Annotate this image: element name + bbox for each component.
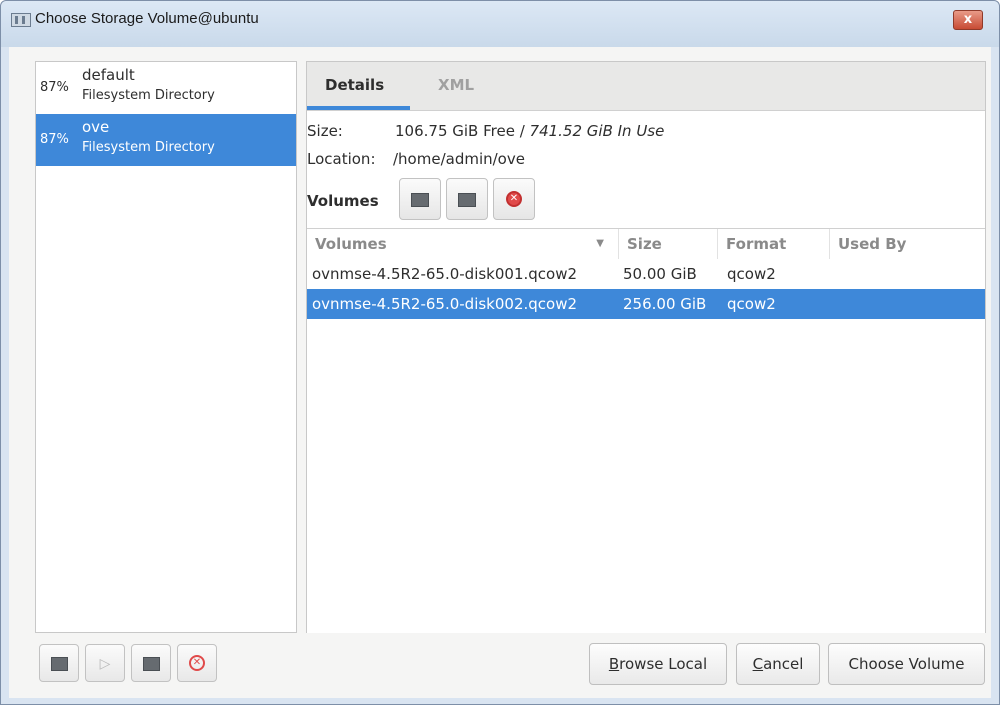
tab-xml[interactable]: XML: [438, 76, 474, 94]
volumes-label: Volumes: [307, 192, 379, 210]
browse-local-button[interactable]: Browse Local: [589, 643, 727, 685]
location-value: /home/admin/ove: [393, 150, 525, 168]
column-header-volumes[interactable]: Volumes ▼: [307, 229, 619, 259]
table-row[interactable]: ovnmse-4.5R2-65.0-disk001.qcow2 50.00 Gi…: [307, 259, 985, 289]
volume-name: ovnmse-4.5R2-65.0-disk002.qcow2: [312, 295, 578, 313]
pool-item-ove[interactable]: 87% ove Filesystem Directory: [36, 114, 296, 166]
column-header-size[interactable]: Size: [619, 229, 718, 259]
tab-details[interactable]: Details: [325, 76, 384, 94]
size-value: 106.75 GiB Free / 741.52 GiB In Use: [395, 122, 664, 140]
dialog-body: 87% default Filesystem Directory 87% ove…: [9, 47, 991, 698]
button-label: rowse Local: [619, 655, 708, 673]
pool-type: Filesystem Directory: [82, 88, 215, 103]
column-header-used-by[interactable]: Used By: [830, 229, 985, 259]
pool-usage-percent: 87%: [40, 80, 69, 95]
pool-name: ove: [82, 118, 110, 136]
delete-icon: ✕: [189, 655, 205, 671]
pool-name: default: [82, 66, 135, 84]
cancel-button[interactable]: Cancel: [736, 643, 820, 685]
virt-manager-icon: [11, 13, 31, 27]
button-label: ancel: [763, 655, 804, 673]
pool-details-panel: Details XML Size: 106.75 GiB Free / 741.…: [306, 61, 986, 633]
volume-size: 256.00 GiB: [623, 295, 707, 313]
volume-format: qcow2: [727, 295, 776, 313]
mnemonic: B: [608, 655, 620, 673]
location-label: Location:: [307, 150, 376, 168]
sort-descending-icon: ▼: [596, 238, 604, 249]
storage-pool-list[interactable]: 87% default Filesystem Directory 87% ove…: [35, 61, 297, 633]
volume-name: ovnmse-4.5R2-65.0-disk001.qcow2: [312, 265, 578, 283]
details-tabbar: Details XML: [307, 62, 985, 111]
active-tab-indicator: [307, 106, 410, 110]
volume-size: 50.00 GiB: [623, 265, 697, 283]
pool-item-default[interactable]: 87% default Filesystem Directory: [36, 62, 296, 114]
volume-format: qcow2: [727, 265, 776, 283]
pool-type: Filesystem Directory: [82, 140, 215, 155]
delete-pool-button[interactable]: ✕: [177, 644, 217, 682]
refresh-icon: [458, 193, 476, 207]
choose-volume-button[interactable]: Choose Volume: [828, 643, 985, 685]
new-volume-button[interactable]: [399, 178, 441, 220]
close-window-button[interactable]: x: [953, 10, 983, 30]
column-header-format[interactable]: Format: [718, 229, 830, 259]
delete-volume-button[interactable]: ✕: [493, 178, 535, 220]
volumes-table[interactable]: Volumes ▼ Size Format Used By ovnmse-4.5…: [307, 228, 985, 633]
window-title: Choose Storage Volume@ubuntu: [35, 10, 259, 27]
table-row[interactable]: ovnmse-4.5R2-65.0-disk002.qcow2 256.00 G…: [307, 289, 985, 319]
refresh-volumes-button[interactable]: [446, 178, 488, 220]
start-pool-button[interactable]: ▷: [85, 644, 125, 682]
size-in-use: 741.52 GiB In Use: [529, 122, 665, 140]
pool-usage-percent: 87%: [40, 132, 69, 147]
size-free: 106.75 GiB Free /: [395, 122, 530, 140]
stop-pool-button[interactable]: [131, 644, 171, 682]
add-pool-button[interactable]: [39, 644, 79, 682]
size-label: Size:: [307, 122, 343, 140]
play-icon: ▷: [99, 656, 111, 672]
dialog-window: Choose Storage Volume@ubuntu x 87% defau…: [0, 0, 1000, 705]
new-volume-icon: [411, 193, 429, 207]
stop-icon: [142, 657, 160, 671]
mnemonic: C: [752, 655, 764, 673]
delete-icon: ✕: [506, 191, 522, 207]
add-pool-icon: [50, 657, 68, 671]
title-bar[interactable]: Choose Storage Volume@ubuntu x: [1, 1, 999, 47]
column-header-label: Volumes: [315, 235, 387, 253]
